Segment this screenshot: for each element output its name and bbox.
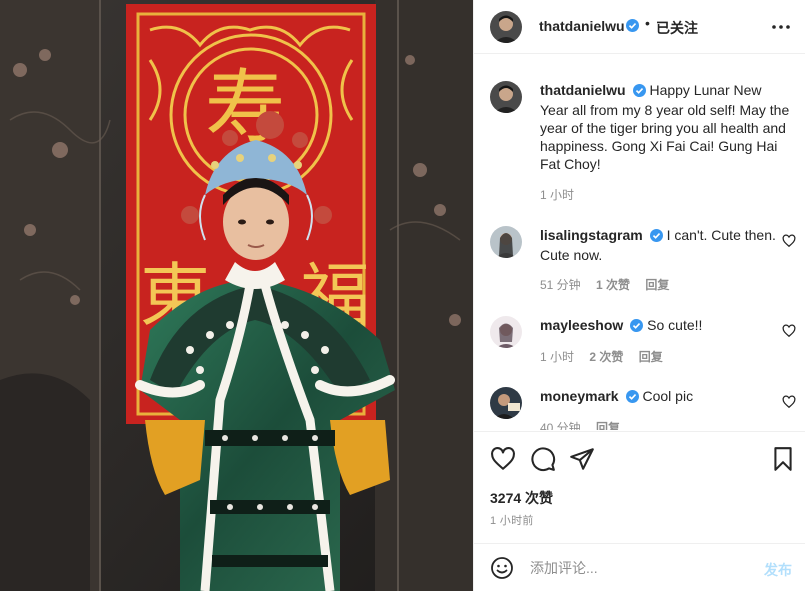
comment-text-block: mayleeshow So cute!! <box>540 316 792 336</box>
reply-button[interactable]: 回复 <box>596 421 620 430</box>
post-time[interactable]: 1 小时前 <box>490 512 534 528</box>
comments-list[interactable]: thatdanielwu Happy Lunar New Year all fr… <box>474 55 805 430</box>
post-side-panel: thatdanielwu • 已关注 thatdanielwu Happy Lu… <box>473 0 805 591</box>
caption-username[interactable]: thatdanielwu <box>540 82 626 98</box>
comment-username[interactable]: moneymark <box>540 388 619 404</box>
comment-text: Cool pic <box>642 388 694 404</box>
post-comment-button[interactable]: 发布 <box>764 560 792 580</box>
emoji-icon[interactable] <box>490 556 514 580</box>
post-actions: 3274 次赞 1 小时前 <box>474 431 805 543</box>
bookmark-icon[interactable] <box>770 446 796 472</box>
add-comment-bar: 发布 <box>474 543 805 591</box>
comment-username[interactable]: lisalingstagram <box>540 227 643 243</box>
comment-time[interactable]: 1 小时 <box>540 350 574 364</box>
avatar[interactable] <box>490 387 522 419</box>
verified-badge-icon <box>630 318 644 336</box>
verified-badge-icon <box>626 19 639 37</box>
avatar[interactable] <box>490 11 522 43</box>
comment-icon[interactable] <box>530 446 556 472</box>
like-comment-heart-icon[interactable] <box>782 324 796 338</box>
verified-badge-icon <box>625 389 639 407</box>
like-count[interactable]: 3274 次赞 <box>490 488 553 508</box>
follow-status-button[interactable]: 已关注 <box>656 18 698 38</box>
separator-dot: • <box>645 15 650 31</box>
comment-username[interactable]: mayleeshow <box>540 317 623 333</box>
comment-text-block: moneymark Cool pic <box>540 387 792 407</box>
comment-meta: 51 分钟 1 次赞 回复 <box>540 276 681 293</box>
caption-text-block: thatdanielwu Happy Lunar New Year all fr… <box>540 81 792 173</box>
svg-text:寿: 寿 <box>205 61 285 154</box>
reply-button[interactable]: 回复 <box>645 278 669 292</box>
comment-meta: 40 分钟 回复 <box>540 419 632 430</box>
comment-likes[interactable]: 2 次赞 <box>589 350 623 364</box>
heart-icon[interactable] <box>490 446 516 472</box>
verified-badge-icon <box>632 83 646 101</box>
photo-image: 寿 東 福 <box>0 0 473 591</box>
reply-button[interactable]: 回复 <box>639 350 663 364</box>
like-comment-heart-icon[interactable] <box>782 234 796 248</box>
post-author-username[interactable]: thatdanielwu <box>539 18 625 34</box>
comment-text: So cute!! <box>647 317 703 333</box>
comment-time[interactable]: 40 分钟 <box>540 421 581 430</box>
avatar[interactable] <box>490 226 522 258</box>
like-comment-heart-icon[interactable] <box>782 395 796 409</box>
avatar[interactable] <box>490 316 522 348</box>
post-photo[interactable]: 寿 東 福 <box>0 0 473 591</box>
more-options-icon[interactable] <box>771 17 791 37</box>
comment-text-block: lisalingstagram I can't. Cute then. Cute… <box>540 226 792 264</box>
verified-badge-icon <box>649 228 663 246</box>
comment-time[interactable]: 51 分钟 <box>540 278 581 292</box>
comment-likes[interactable]: 1 次赞 <box>596 278 630 292</box>
comment-meta: 1 小时 2 次赞 回复 <box>540 348 675 365</box>
caption-time[interactable]: 1 小时 <box>540 188 574 202</box>
avatar[interactable] <box>490 81 522 113</box>
post-header: thatdanielwu • 已关注 <box>474 0 805 54</box>
caption-meta: 1 小时 <box>540 186 586 203</box>
share-icon[interactable] <box>569 446 595 472</box>
comment-input[interactable] <box>530 558 740 578</box>
